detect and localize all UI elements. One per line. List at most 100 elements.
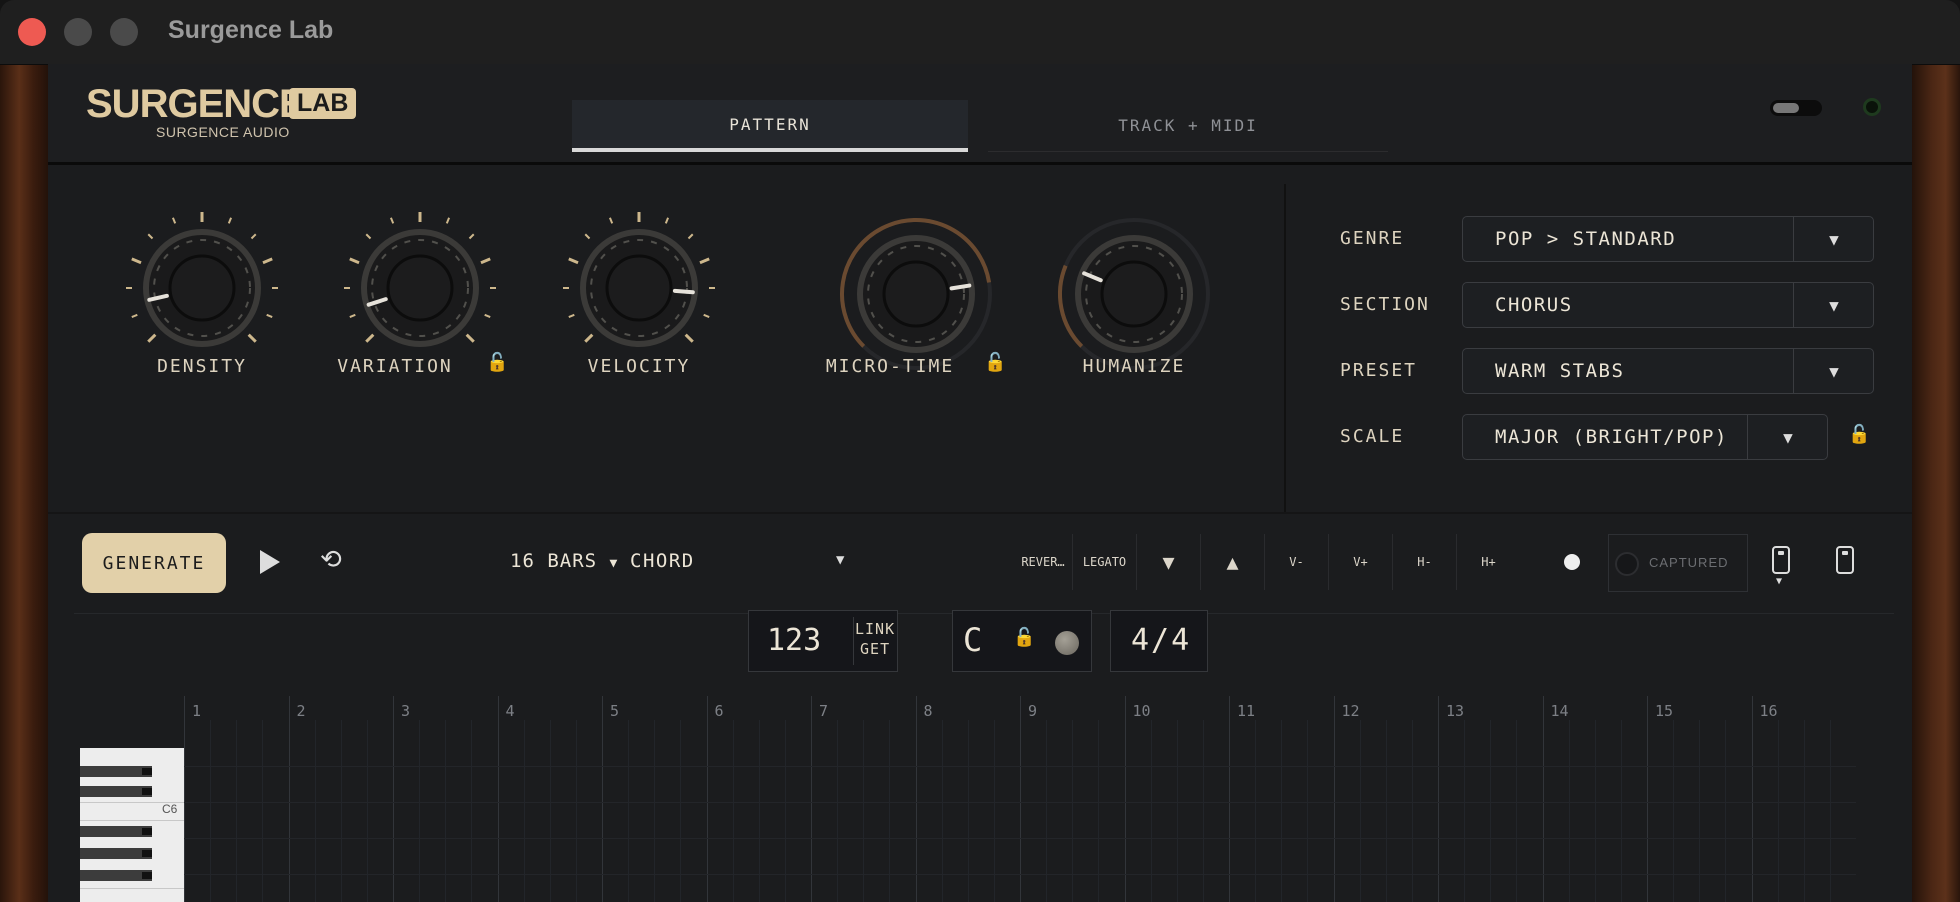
piano-roll-grid[interactable]: 1 2 3 4 5 6 7 8 9 10 11 12 13 14 15 16 — [184, 696, 1856, 902]
chevron-down-icon[interactable]: ▼ — [1793, 283, 1874, 327]
wood-side-left — [0, 62, 48, 902]
play-icon[interactable] — [260, 550, 280, 574]
bar-gridline — [1229, 696, 1230, 902]
chevron-down-icon[interactable]: ▼ — [1747, 415, 1828, 459]
legato-button[interactable]: LEGATO — [1072, 534, 1136, 590]
shift-down-icon[interactable]: ▼ — [1136, 534, 1200, 590]
bar-gridline — [915, 696, 917, 902]
chevron-down-icon[interactable]: ▼ — [836, 552, 844, 568]
knob-label-humanize: HUMANIZE — [1082, 356, 1186, 377]
bar-number: 1 — [192, 702, 202, 720]
knob-label-density: DENSITY — [157, 356, 247, 377]
velocity-plus-button[interactable]: V+ — [1328, 534, 1392, 590]
knob-humanize[interactable] — [1054, 214, 1214, 374]
knobs-panel: DENSITY VARIATION 🔓 VELOCITY MICRO-TIME … — [48, 166, 1280, 512]
tempo-box: 123 LINK GET — [748, 610, 898, 672]
bar-gridline — [1647, 696, 1648, 902]
capture-ring-icon — [1615, 552, 1639, 576]
variation-lock-icon[interactable]: 🔓 — [486, 352, 508, 373]
time-signature-box: 4/4 — [1110, 610, 1208, 672]
micro-time-lock-icon[interactable]: 🔓 — [984, 352, 1006, 373]
tab-track-midi[interactable]: TRACK + MIDI — [988, 100, 1388, 152]
genre-value: POP > STANDARD — [1495, 228, 1677, 250]
close-window-button[interactable] — [18, 18, 46, 46]
genre-dropdown[interactable]: POP > STANDARD ▼ — [1462, 216, 1874, 262]
plugin-header: SURGENCE LAB SURGENCE AUDIO PATTERN TRAC… — [48, 64, 1912, 165]
preset-label: PRESET — [1340, 360, 1418, 381]
knob-pointer — [949, 283, 972, 291]
mode-select[interactable]: CHORD — [630, 550, 695, 572]
bar-number: 6 — [714, 702, 724, 720]
pitch-row-line — [184, 874, 1856, 875]
pitch-row-line — [184, 838, 1856, 839]
knob-label-micro-time: MICRO-TIME — [825, 356, 955, 377]
bar-number: 4 — [505, 702, 515, 720]
header-toggle-switch[interactable] — [1770, 100, 1822, 116]
octave-label: C6 — [162, 802, 178, 816]
reverse-button[interactable]: REVER… — [1014, 534, 1072, 590]
key-knob[interactable] — [1055, 631, 1079, 655]
time-signature-value[interactable]: 4/4 — [1131, 623, 1191, 658]
velocity-minus-button[interactable]: V- — [1264, 534, 1328, 590]
link-get-button[interactable]: LINK GET — [855, 619, 895, 659]
bar-number: 15 — [1655, 702, 1674, 720]
generate-button[interactable]: GENERATE — [82, 533, 226, 593]
window-title: Surgence Lab — [168, 16, 334, 44]
bpm-value[interactable]: 123 — [767, 623, 821, 658]
bar-gridline — [1333, 696, 1335, 902]
black-key[interactable] — [80, 766, 152, 777]
shift-up-icon[interactable]: ▲ — [1200, 534, 1264, 590]
black-key[interactable] — [80, 870, 152, 881]
tab-pattern[interactable]: PATTERN — [572, 100, 968, 152]
scale-value: MAJOR (BRIGHT/POP) — [1495, 426, 1728, 448]
key-value[interactable]: C — [963, 621, 982, 659]
bar-gridline — [1542, 696, 1544, 902]
black-key[interactable] — [80, 786, 152, 797]
record-dot-icon[interactable] — [1564, 554, 1580, 570]
bar-number: 3 — [401, 702, 411, 720]
bar-gridline — [1438, 696, 1439, 902]
knob-label-velocity: VELOCITY — [587, 356, 691, 377]
knob-velocity[interactable] — [559, 208, 719, 368]
knob-variation[interactable] — [340, 208, 500, 368]
minimize-window-button[interactable] — [64, 18, 92, 46]
knob-micro-time[interactable] — [836, 214, 996, 374]
pitch-row-line — [184, 802, 1856, 803]
knob-density[interactable] — [122, 208, 282, 368]
humanize-plus-button[interactable]: H+ — [1456, 534, 1520, 590]
bar-number: 9 — [1028, 702, 1038, 720]
status-led-indicator — [1863, 98, 1881, 116]
bar-gridline — [1751, 696, 1753, 902]
zoom-window-button[interactable] — [110, 18, 138, 46]
piano-keyboard[interactable]: C6 — [80, 748, 184, 902]
logo-subtitle: SURGENCE AUDIO — [156, 124, 290, 140]
chevron-down-icon: ▼ — [609, 556, 619, 571]
logo-wordmark: SURGENCE — [86, 82, 306, 126]
preset-dropdown[interactable]: WARM STABS ▼ — [1462, 348, 1874, 394]
bar-gridline — [811, 696, 812, 902]
bar-gridline — [602, 696, 603, 902]
section-dropdown[interactable]: CHORUS ▼ — [1462, 282, 1874, 328]
knob-label-variation: VARIATION — [337, 356, 453, 377]
key-lock-icon[interactable]: 🔓 — [1013, 627, 1035, 648]
captured-indicator: CAPTURED — [1608, 534, 1748, 592]
section-value: CHORUS — [1495, 294, 1573, 316]
panel-divider — [1284, 184, 1286, 514]
export-device-icon[interactable] — [1772, 546, 1790, 574]
chevron-down-icon[interactable]: ▼ — [1793, 349, 1874, 393]
bars-value: 16 BARS — [510, 550, 598, 572]
scale-dropdown[interactable]: MAJOR (BRIGHT/POP) ▼ — [1462, 414, 1828, 460]
chevron-down-icon[interactable]: ▼ — [1793, 217, 1874, 261]
get-label: GET — [860, 640, 891, 658]
humanize-minus-button[interactable]: H- — [1392, 534, 1456, 590]
bar-gridline — [288, 696, 290, 902]
device-icon[interactable] — [1836, 546, 1854, 574]
black-key[interactable] — [80, 826, 152, 837]
scale-lock-icon[interactable]: 🔓 — [1848, 424, 1870, 445]
bars-select[interactable]: 16 BARS ▼ — [510, 550, 618, 572]
bar-number: 11 — [1237, 702, 1256, 720]
black-key[interactable] — [80, 848, 152, 859]
window-titlebar: Surgence Lab — [0, 0, 1960, 65]
loop-icon[interactable]: ⟲ — [320, 545, 342, 575]
bar-number: 7 — [819, 702, 829, 720]
